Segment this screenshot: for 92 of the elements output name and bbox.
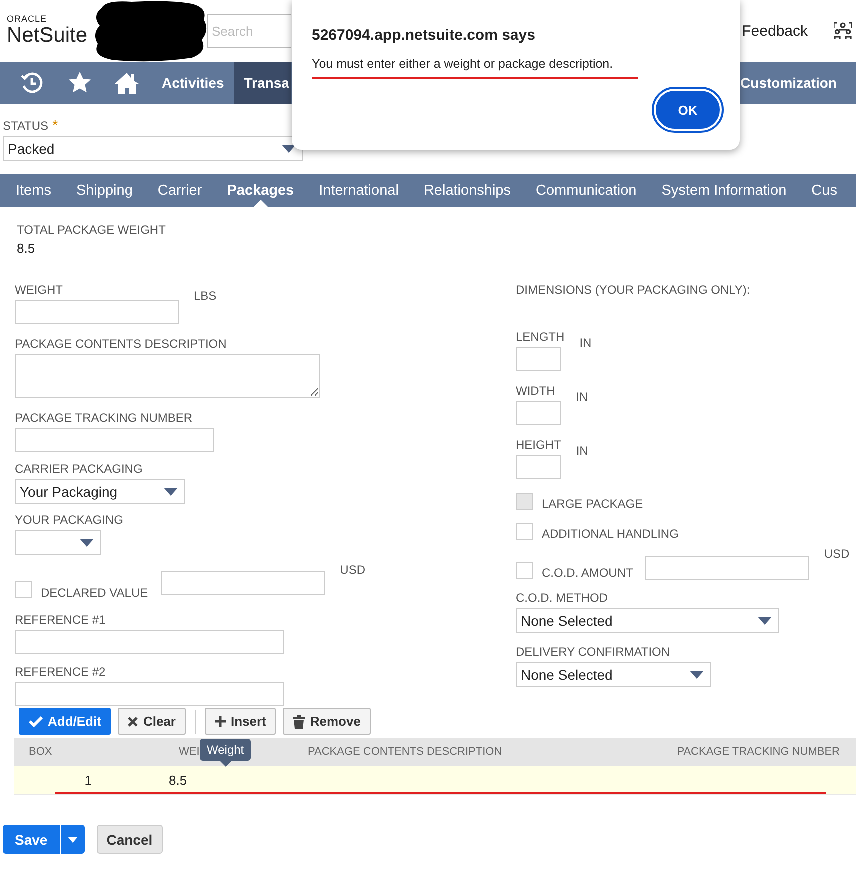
- caret-icon: [758, 616, 772, 624]
- checkbox-label: DECLARED VALUE: [41, 586, 148, 600]
- dropdown[interactable]: Your Packaging: [15, 479, 185, 504]
- field-value: 8.5: [17, 241, 36, 256]
- field-label: DELIVERY CONFIRMATION: [516, 645, 672, 659]
- checkbox[interactable]: [15, 580, 32, 598]
- home-icon[interactable]: [115, 71, 139, 95]
- dropdown[interactable]: None Selected: [516, 608, 779, 633]
- toolbar-button[interactable]: Insert: [204, 708, 276, 735]
- column-header: WEI: [179, 746, 200, 758]
- field-label: C.O.D. METHOD: [516, 591, 609, 605]
- text-area[interactable]: [15, 354, 320, 398]
- dropdown[interactable]: None Selected: [516, 662, 711, 687]
- save-menu-button[interactable]: [60, 825, 85, 854]
- unit-label: USD: [824, 547, 850, 561]
- nav-tab[interactable]: Activities: [152, 62, 234, 104]
- field-label: YOUR PACKAGING: [15, 513, 124, 527]
- input-field[interactable]: [15, 630, 284, 654]
- input-field[interactable]: [15, 682, 284, 706]
- input-field[interactable]: [645, 556, 810, 580]
- section-label: DIMENSIONS (YOUR PACKAGING ONLY):: [516, 283, 752, 297]
- field-label: HEIGHT: [516, 438, 562, 452]
- checkbox-label: ADDITIONAL HANDLING: [542, 527, 679, 541]
- subtab[interactable]: International: [319, 174, 399, 207]
- field-label: REFERENCE #1: [15, 613, 107, 627]
- subtab[interactable]: Items: [16, 174, 52, 207]
- nav-tab[interactable]: Transa: [234, 62, 292, 104]
- input-field[interactable]: [516, 455, 561, 479]
- logo-caption: ORACLE: [7, 14, 48, 24]
- subtab[interactable]: System Information: [662, 174, 787, 207]
- column-header: PACKAGE CONTENTS DESCRIPTION: [308, 746, 502, 758]
- tab-pointer: [254, 200, 268, 207]
- field-label: WIDTH: [516, 384, 556, 398]
- caret-icon: [80, 538, 94, 546]
- subtab[interactable]: Relationships: [424, 174, 511, 207]
- subtab[interactable]: Carrier: [158, 174, 202, 207]
- check-icon: [29, 716, 43, 727]
- search-field[interactable]: Search: [207, 14, 291, 48]
- subtab[interactable]: Packages: [227, 174, 294, 207]
- toolbar-button[interactable]: Remove: [283, 708, 371, 735]
- checkbox-label: LARGE PACKAGE: [542, 497, 644, 511]
- column-header: BOX: [29, 746, 52, 758]
- subtab[interactable]: Shipping: [76, 174, 133, 207]
- column-header: PACKAGE TRACKING NUMBER: [677, 746, 840, 758]
- table-cell-text: 1: [84, 772, 92, 788]
- required-mark: *: [52, 117, 58, 133]
- close-icon: [128, 716, 138, 726]
- dropdown[interactable]: Packed: [3, 136, 303, 161]
- toolbar-button[interactable]: Clear: [118, 708, 186, 735]
- dialog-title: 5267094.app.netsuite.com says: [312, 27, 536, 44]
- field-label: LENGTH: [516, 330, 565, 344]
- feedback-link[interactable]: Feedback: [742, 22, 808, 40]
- field-label: CARRIER PACKAGING: [15, 462, 144, 476]
- input-field[interactable]: [516, 347, 561, 371]
- history-icon[interactable]: [20, 71, 44, 95]
- tooltip-pointer: [220, 761, 232, 767]
- logo: NetSuite: [7, 24, 87, 48]
- unit-label: USD: [340, 563, 366, 577]
- trash-icon: [293, 714, 306, 728]
- table-row[interactable]: 1 8.5: [14, 766, 856, 794]
- checkbox[interactable]: [516, 523, 533, 540]
- unit-label: IN: [576, 444, 588, 458]
- input-field[interactable]: [15, 300, 179, 324]
- field-label: REFERENCE #2: [15, 665, 107, 679]
- plus-icon: [214, 716, 226, 727]
- field-label: PACKAGE CONTENTS DESCRIPTION: [15, 337, 228, 351]
- checkbox[interactable]: [516, 562, 533, 578]
- cancel-button[interactable]: Cancel: [96, 825, 163, 854]
- field-label: TOTAL PACKAGE WEIGHT: [17, 223, 167, 237]
- subtab[interactable]: Communication: [536, 174, 637, 207]
- caret-icon: [690, 670, 704, 678]
- caret-icon: [282, 144, 296, 152]
- caret-icon: [164, 488, 178, 496]
- input-field[interactable]: [161, 571, 326, 595]
- star-icon[interactable]: [68, 71, 92, 95]
- ok-button[interactable]: OK: [654, 89, 722, 131]
- table-cell: 8.5: [169, 772, 188, 788]
- field-label: PACKAGE TRACKING NUMBER: [15, 411, 194, 425]
- dropdown[interactable]: [15, 530, 101, 555]
- people-icon[interactable]: [834, 22, 852, 40]
- toolbar-button[interactable]: Add/Edit: [19, 708, 112, 735]
- input-field[interactable]: [15, 428, 214, 452]
- unit-label: IN: [576, 390, 588, 404]
- save-button[interactable]: Save: [3, 825, 60, 854]
- unit-label: IN: [580, 336, 592, 350]
- input-field[interactable]: [516, 401, 561, 425]
- subtab[interactable]: Cus: [812, 174, 838, 207]
- unit-label: LBS: [194, 289, 217, 303]
- checkbox-label: C.O.D. AMOUNT: [542, 566, 634, 580]
- dialog-message: You must enter either a weight or package description.: [312, 57, 614, 71]
- field-label: WEIGHT: [15, 283, 64, 297]
- caret-icon: [68, 836, 78, 842]
